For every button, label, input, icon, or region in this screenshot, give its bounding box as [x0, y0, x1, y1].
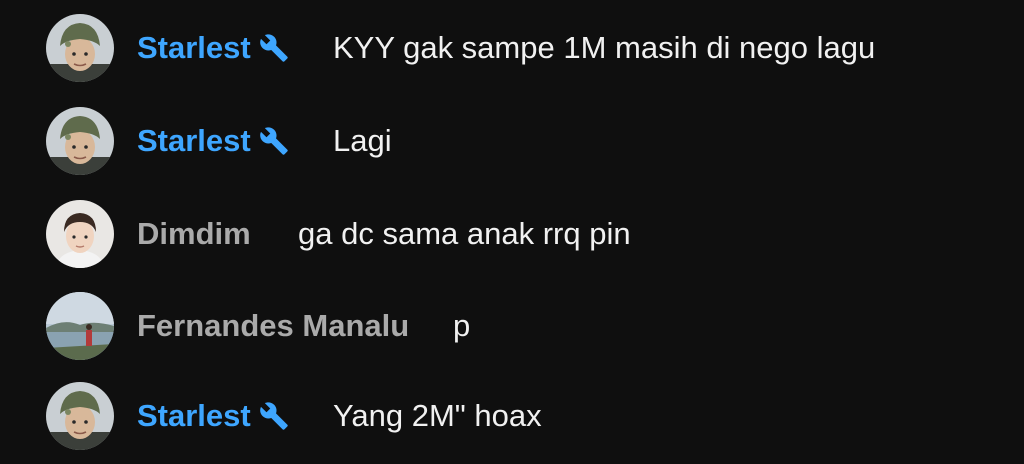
- chat-message: Starlest KYY gak sampe 1M masih di nego …: [0, 2, 1024, 94]
- chat-message: Starlest Lagi: [0, 95, 1024, 187]
- author-label: Starlest: [137, 398, 251, 433]
- author-name[interactable]: Starlest: [137, 30, 289, 66]
- avatar[interactable]: [46, 382, 114, 450]
- chat-message: Fernandes Manalu p: [0, 280, 1024, 372]
- avatar-soldier-helmet-image: [46, 14, 114, 82]
- author-name[interactable]: Dimdim: [137, 216, 251, 252]
- author-name[interactable]: Starlest: [137, 398, 289, 434]
- message-text: ga dc sama anak rrq pin: [298, 216, 631, 251]
- message-text: Lagi: [333, 123, 392, 158]
- wrench-icon: [259, 33, 289, 63]
- wrench-icon: [259, 126, 289, 156]
- author-label: Dimdim: [137, 216, 251, 251]
- avatar[interactable]: [46, 14, 114, 82]
- avatar[interactable]: [46, 200, 114, 268]
- avatar-lake-landscape-image: [46, 292, 114, 360]
- chat-message: Starlest Yang 2M" hoax: [0, 370, 1024, 462]
- author-label: Fernandes Manalu: [137, 308, 410, 343]
- live-chat-list: Starlest KYY gak sampe 1M masih di nego …: [0, 0, 1024, 464]
- avatar[interactable]: [46, 292, 114, 360]
- author-name[interactable]: Starlest: [137, 123, 289, 159]
- chat-message: Dimdim ga dc sama anak rrq pin: [0, 188, 1024, 280]
- avatar-young-man-image: [46, 200, 114, 268]
- message-text: Yang 2M" hoax: [333, 398, 542, 433]
- author-label: Starlest: [137, 30, 251, 65]
- avatar[interactable]: [46, 107, 114, 175]
- avatar-soldier-helmet-image: [46, 382, 114, 450]
- wrench-icon: [259, 401, 289, 431]
- author-label: Starlest: [137, 123, 251, 158]
- message-text: p: [453, 308, 471, 343]
- message-text: KYY gak sampe 1M masih di nego lagu: [333, 30, 876, 65]
- author-name[interactable]: Fernandes Manalu: [137, 308, 409, 344]
- avatar-soldier-helmet-image: [46, 107, 114, 175]
